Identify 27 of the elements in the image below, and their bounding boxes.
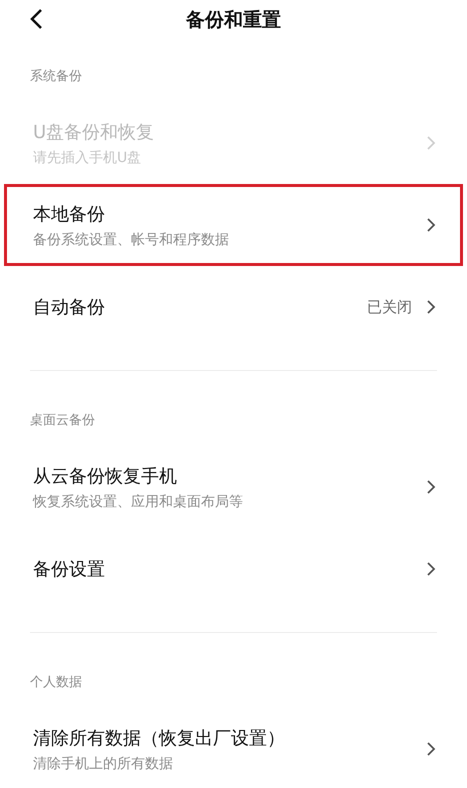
item-title: 从云备份恢复手机	[33, 464, 177, 488]
item-subtitle: 清除手机上的所有数据	[33, 754, 173, 772]
back-button[interactable]	[28, 8, 44, 30]
item-title: 本地备份	[33, 202, 105, 226]
settings-item[interactable]: 自动备份 已关闭	[4, 266, 463, 348]
chevron-icon	[426, 561, 436, 577]
section-label: 系统备份	[30, 69, 82, 84]
chevron-icon	[426, 299, 436, 315]
item-title: 自动备份	[33, 296, 105, 319]
item-subtitle: 备份系统设置、帐号和程序数据	[33, 230, 229, 248]
page-title: 备份和重置	[186, 8, 281, 33]
section-label: 桌面云备份	[30, 413, 95, 428]
item-subtitle: 恢复系统设置、应用和桌面布局等	[33, 492, 243, 510]
item-title: U盘备份和恢复	[33, 120, 154, 144]
settings-item[interactable]: 备份设置	[4, 528, 463, 610]
chevron-icon	[426, 741, 436, 757]
section-label: 个人数据	[30, 675, 82, 690]
item-subtitle: 请先插入手机U盘	[33, 148, 142, 166]
chevron-icon	[426, 479, 436, 495]
item-title: 清除所有数据（恢复出厂设置）	[33, 726, 285, 750]
chevron-icon	[426, 135, 436, 151]
item-value: 已关闭	[367, 298, 412, 316]
settings-item[interactable]: 本地备份 备份系统设置、帐号和程序数据	[4, 184, 463, 266]
chevron-icon	[426, 217, 436, 233]
settings-item[interactable]: 从云备份恢复手机 恢复系统设置、应用和桌面布局等	[4, 446, 463, 528]
item-title: 备份设置	[33, 558, 105, 581]
settings-item[interactable]: 清除所有数据（恢复出厂设置） 清除手机上的所有数据	[4, 708, 463, 788]
